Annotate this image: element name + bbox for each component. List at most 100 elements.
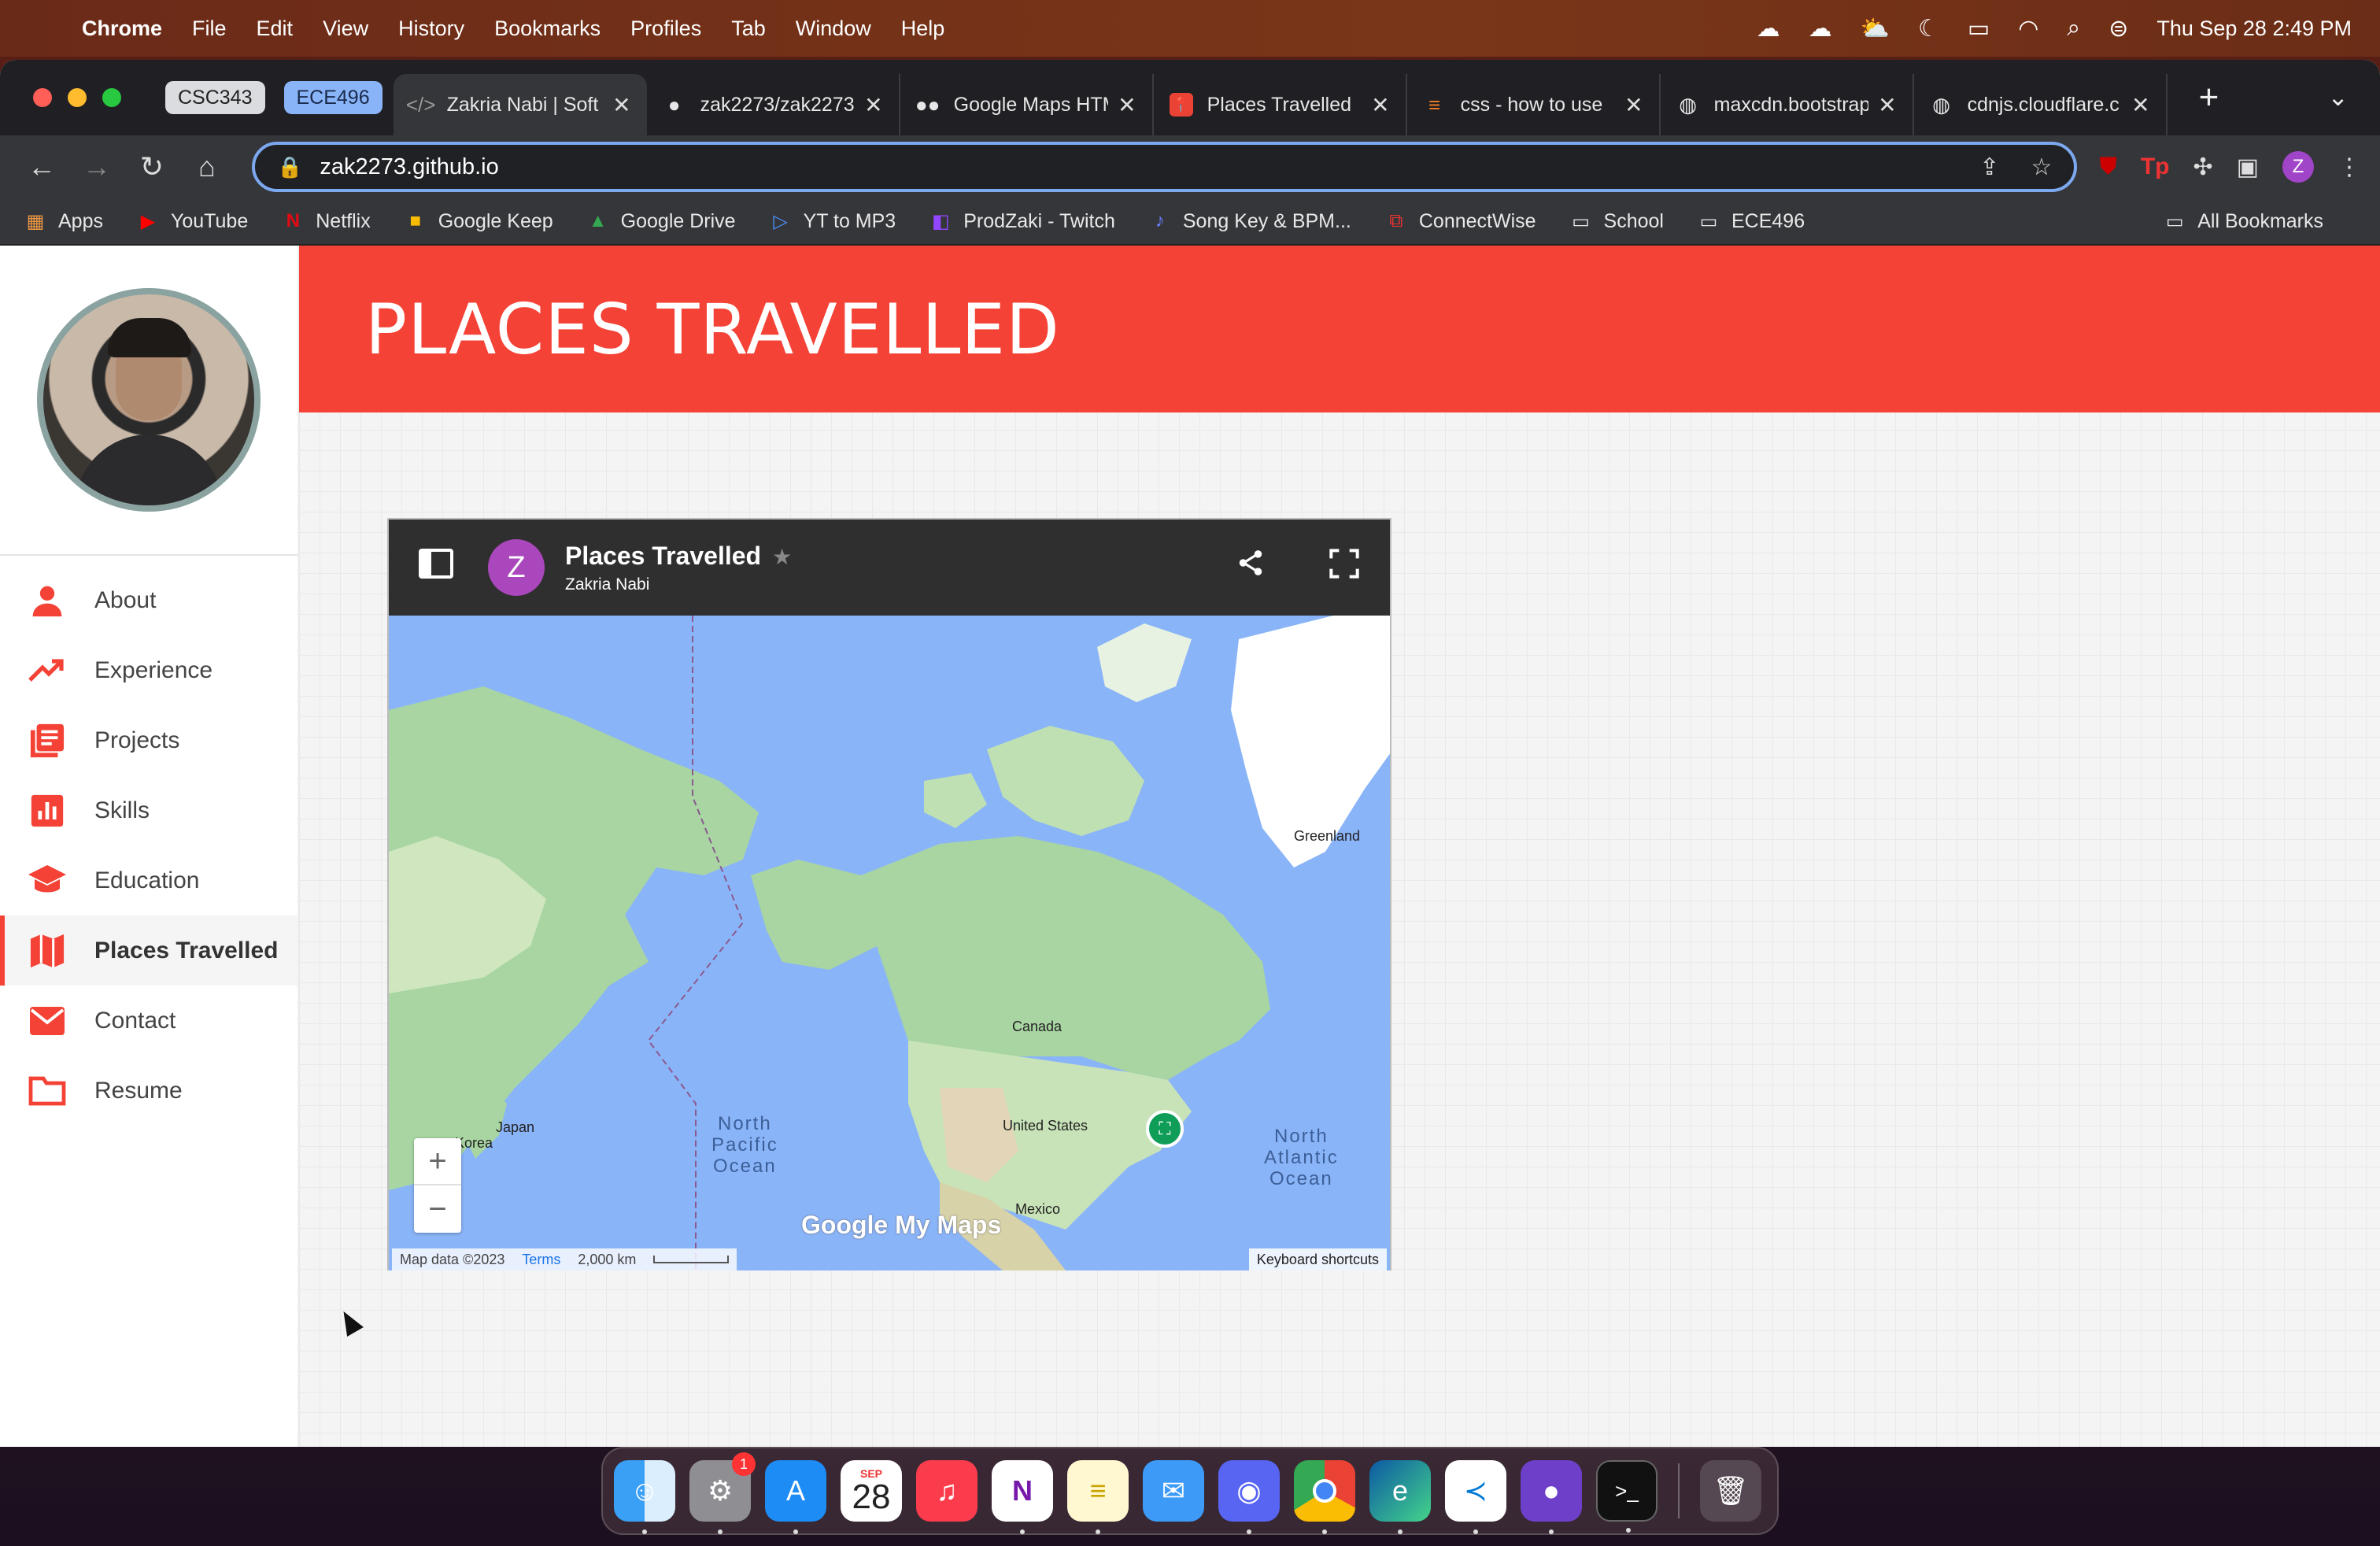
tab-maxcdn[interactable]: ◍ maxcdn.bootstrap ✕ [1661,74,1914,135]
ublock-icon[interactable]: ⛊ [2099,153,2117,180]
bookmark-google-drive[interactable]: ▲ Google Drive [586,209,736,233]
dock-notes[interactable]: ≡ [1067,1460,1129,1534]
close-icon[interactable]: ✕ [1371,92,1389,118]
tab-zakria-nabi[interactable]: </> Zakria Nabi | Soft ✕ [393,74,647,135]
search-icon[interactable]: ⌕ [2067,15,2080,42]
address-bar[interactable]: 🔒 zak2273.github.io ⇪ ☆ [252,142,2078,192]
close-icon[interactable]: ✕ [1624,92,1643,118]
map-canvas[interactable]: Greenland Canada United States Mexico Ja… [389,616,1390,1270]
close-window-button[interactable] [33,88,52,107]
menu-help[interactable]: Help [901,17,945,41]
share-icon[interactable] [1236,548,1266,587]
back-button[interactable]: ← [19,150,65,183]
dock-music[interactable]: ♫ [916,1460,978,1522]
dock-vscode[interactable]: ≺ [1445,1460,1506,1534]
zoom-in-button[interactable]: + [414,1138,461,1185]
dock-chrome[interactable] [1294,1460,1355,1534]
dock-terminal[interactable]: >_ [1596,1460,1658,1533]
menu-history[interactable]: History [398,17,464,41]
fullscreen-icon[interactable] [1329,548,1360,587]
new-tab-button[interactable]: + [2199,78,2219,117]
moon-icon[interactable]: ☾ [1918,15,1939,43]
google-my-maps-embed[interactable]: Z Places Travelled ★ Zakria Nabi Greenla… [387,518,1391,1270]
menu-app-name[interactable]: Chrome [82,17,162,41]
bookmark-folder-ece496[interactable]: ▭ ECE496 [1697,209,1805,233]
menu-bookmarks[interactable]: Bookmarks [494,17,601,41]
kebab-menu-icon[interactable]: ⋮ [2338,153,2361,181]
dock-app-store[interactable]: A [765,1460,826,1534]
sidebar-item-skills[interactable]: Skills [0,775,298,845]
cloud-icon[interactable]: ☁ [1757,15,1780,43]
dock-edge[interactable]: e [1369,1460,1431,1534]
close-icon[interactable]: ✕ [864,92,882,118]
tab-github[interactable]: ● zak2273/zak2273 ✕ [647,74,900,135]
bookmark-star-icon[interactable]: ☆ [2031,153,2052,181]
tab-search-chevron-icon[interactable]: ⌄ [2327,82,2349,112]
bookmark-twitch[interactable]: ◧ ProdZaki - Twitch [929,209,1115,233]
dock-trash[interactable]: 🗑 [1700,1460,1761,1522]
dock-calendar[interactable]: SEP 28 [841,1460,902,1522]
menu-view[interactable]: View [323,17,368,41]
menu-tab[interactable]: Tab [731,17,766,41]
tab-cdnjs[interactable]: ◍ cdnjs.cloudflare.c ✕ [1914,74,2168,135]
minimize-window-button[interactable] [68,88,87,107]
address-url[interactable]: zak2273.github.io [320,154,498,180]
menu-profiles[interactable]: Profiles [630,17,701,41]
bookmark-apps[interactable]: ▦ Apps [24,209,103,233]
sidebar-item-experience[interactable]: Experience [0,635,298,705]
all-bookmarks[interactable]: ▭ All Bookmarks [2163,209,2323,233]
bookmark-netflix[interactable]: N Netflix [281,209,371,233]
close-icon[interactable]: ✕ [612,92,630,118]
legend-toggle-icon[interactable] [419,549,466,586]
share-icon[interactable]: ⇪ [1979,153,1999,181]
zoom-out-button[interactable]: − [414,1185,461,1233]
puzzle-icon[interactable]: ✣ [2193,153,2213,181]
keyboard-shortcuts-button[interactable]: Keyboard shortcuts [1248,1248,1387,1270]
menubar-clock[interactable]: Thu Sep 28 2:49 PM [2156,17,2352,41]
sidebar-item-places-travelled[interactable]: Places Travelled [0,915,298,986]
reload-button[interactable]: ↻ [129,150,175,183]
star-icon[interactable]: ★ [772,545,792,569]
dock-mail[interactable]: ✉ [1143,1460,1204,1522]
weather-icon[interactable]: ⛅ [1861,15,1890,43]
close-icon[interactable]: ✕ [1118,92,1136,118]
dock-finder[interactable]: ☺ [614,1460,675,1534]
dock-github-desktop[interactable]: ● [1521,1460,1582,1534]
bookmark-yt-to-mp3[interactable]: ▷ YT to MP3 [769,209,896,233]
map-title[interactable]: Places Travelled [565,542,761,570]
sidebar-item-education[interactable]: Education [0,845,298,915]
menu-window[interactable]: Window [796,17,871,41]
map-place-pin[interactable]: ⛶ [1146,1110,1184,1148]
close-icon[interactable]: ✕ [2131,92,2149,118]
control-center-icon[interactable]: ⊜ [2108,15,2128,43]
sidebar-item-contact[interactable]: Contact [0,986,298,1056]
tab-google-maps-html[interactable]: ●● Google Maps HTML ✕ [900,74,1154,135]
bookmark-youtube[interactable]: ▶ YouTube [136,209,248,233]
dock-discord[interactable]: ◉ [1218,1460,1280,1534]
bookmark-song-key[interactable]: ♪ Song Key & BPM... [1148,209,1351,233]
tab-group-ece496[interactable]: ECE496 [283,81,382,114]
dock-system-settings[interactable]: ⚙ 1 [689,1452,756,1534]
menu-file[interactable]: File [192,17,227,41]
close-icon[interactable]: ✕ [1878,92,1896,118]
home-button[interactable]: ⌂ [184,150,230,183]
tab-stackoverflow[interactable]: ≡ css - how to use ✕ [1407,74,1661,135]
tab-places-travelled[interactable]: 📍 Places Travelled ✕ [1154,74,1407,135]
bookmark-connectwise[interactable]: ⧉ ConnectWise [1384,209,1536,233]
profile-avatar[interactable]: Z [2282,151,2314,183]
cloud-icon[interactable]: ☁ [1809,15,1832,43]
lock-icon[interactable]: 🔒 [277,155,302,179]
dock-onenote[interactable]: N [992,1460,1053,1534]
map-scale[interactable]: 2,000 km [578,1252,636,1268]
menu-edit[interactable]: Edit [257,17,294,41]
sidebar-item-resume[interactable]: Resume [0,1056,298,1126]
map-terms-link[interactable]: Terms [522,1252,560,1268]
forward-button[interactable]: → [74,150,120,183]
tab-group-csc343[interactable]: CSC343 [165,81,265,114]
sidepanel-icon[interactable]: ▣ [2237,153,2259,181]
bookmark-folder-school[interactable]: ▭ School [1569,209,1664,233]
zoom-window-button[interactable] [102,88,121,107]
battery-icon[interactable]: ▭ [1968,15,1990,43]
wifi-icon[interactable]: ◠ [2018,15,2038,43]
sidebar-item-about[interactable]: About [0,565,298,635]
